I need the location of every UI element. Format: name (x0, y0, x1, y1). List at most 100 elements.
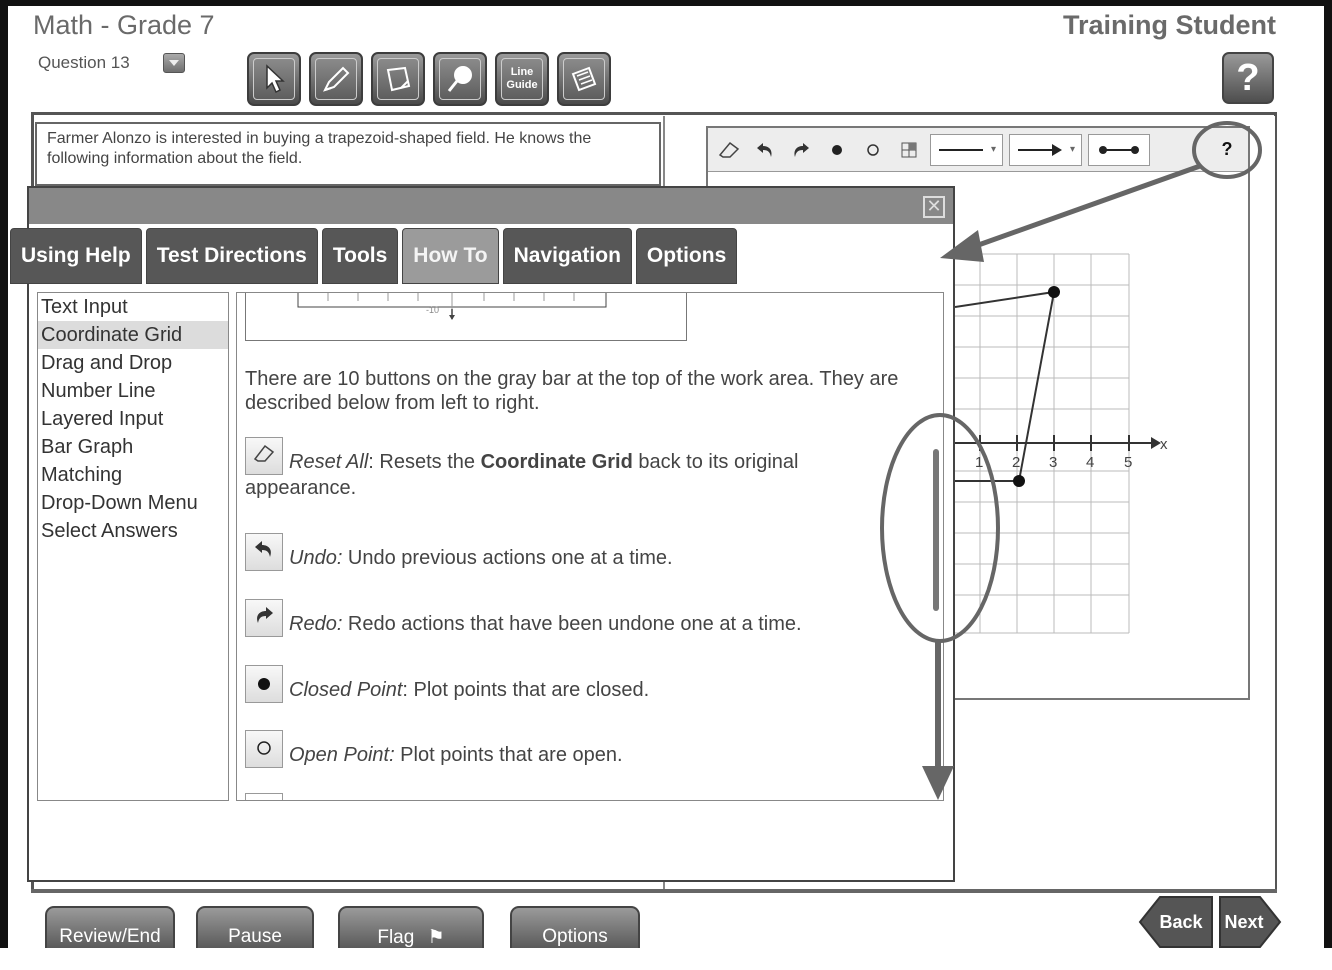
chevron-down-icon: ▾ (991, 144, 997, 155)
redo-icon (245, 599, 283, 637)
x-tick-label: 4 (1086, 454, 1094, 471)
flag-button[interactable]: Flag ⚑ (338, 906, 484, 948)
magnifier-tool-button[interactable] (433, 52, 487, 106)
flag-button-label: Flag (377, 927, 415, 948)
line-guide-icon: Line Guide (501, 58, 543, 100)
redo-icon[interactable] (786, 135, 816, 165)
topic-drop-down-menu[interactable]: Drop-Down Menu (38, 489, 228, 517)
x-tick-label: 3 (1049, 454, 1057, 471)
highlighter-tool-button[interactable] (309, 52, 363, 106)
grid-icon[interactable] (894, 135, 924, 165)
help-item-reset-all: Reset All: Resets the Coordinate Grid ba… (245, 437, 885, 501)
segment-style-dropdown[interactable] (1088, 133, 1151, 166)
tab-using-help[interactable]: Using Help (10, 228, 142, 284)
topic-number-line[interactable]: Number Line (38, 377, 228, 405)
help-content-pane: -10 There are 10 buttons on the gray bar… (236, 292, 944, 801)
help-item-title: Closed Point (289, 679, 403, 701)
help-item-undo: Undo: Undo previous actions one at a tim… (245, 533, 673, 571)
review-end-test-button[interactable]: Review/End Test (45, 906, 175, 969)
topic-bar-graph[interactable]: Bar Graph (38, 433, 228, 461)
closed-point-icon (245, 665, 283, 703)
tab-navigation[interactable]: Navigation (502, 228, 632, 284)
help-item-text: Plot points that are open. (394, 744, 623, 766)
highlighter-icon (315, 58, 357, 100)
tab-tools[interactable]: Tools (321, 228, 399, 284)
grid-help-button[interactable]: ? (1204, 132, 1250, 166)
plotted-trapezoid (955, 290, 1056, 482)
topic-drag-and-drop[interactable]: Drag and Drop (38, 349, 228, 377)
notepad-tool-button[interactable] (371, 52, 425, 106)
question-dropdown-button[interactable] (163, 53, 185, 73)
help-item-text: Undo previous actions one at a time. (342, 547, 673, 569)
line-style-dropdown[interactable]: ▾ (930, 133, 1004, 166)
help-item-text: Redo actions that have been undone one a… (342, 613, 802, 635)
pause-button[interactable]: Pause (196, 906, 314, 948)
closed-point-icon[interactable] (822, 135, 852, 165)
help-item-text: : Resets the (368, 451, 481, 473)
calculator-tool-button[interactable] (557, 52, 611, 106)
coordinate-grid-toolbar: ▾ ▾ (708, 128, 1248, 172)
tab-how-to[interactable]: How To (402, 228, 499, 284)
help-item-title: Redo: (289, 613, 343, 635)
plotted-point[interactable] (1048, 286, 1060, 298)
next-button-label: Next (1224, 911, 1264, 932)
undo-icon (245, 533, 283, 571)
content-scrollbar-thumb[interactable] (933, 449, 939, 611)
global-help-button[interactable]: ? (1222, 52, 1274, 104)
toolbar: Line Guide (247, 52, 611, 106)
help-intro-text: There are 10 buttons on the gray bar at … (245, 368, 899, 414)
eraser-icon (245, 437, 283, 475)
app-title: Math - Grade 7 (33, 10, 215, 40)
bottom-divider (31, 889, 1277, 893)
pointer-icon (253, 58, 295, 100)
back-button-label: Back (1159, 911, 1203, 932)
open-point-icon (245, 730, 283, 768)
coordinate-grid[interactable]: x 1 2 3 4 5 (955, 245, 1245, 645)
help-tabs: Using Help Test Directions Tools How To … (10, 228, 738, 284)
notepad-icon (377, 58, 419, 100)
dialog-title-bar[interactable] (29, 188, 953, 224)
help-topic-list: Text Input Coordinate Grid Drag and Drop… (37, 292, 229, 801)
tab-options[interactable]: Options (635, 228, 738, 284)
example-ruler-label: -10 (426, 305, 439, 315)
chevron-down-icon: ▾ (1070, 144, 1076, 155)
plotted-point[interactable] (1013, 475, 1025, 487)
topic-text-input[interactable]: Text Input (38, 293, 228, 321)
grid-icon (245, 793, 283, 800)
x-tick-label: 5 (1124, 454, 1132, 471)
help-item-redo: Redo: Redo actions that have been undone… (245, 599, 802, 637)
topic-coordinate-grid[interactable]: Coordinate Grid (38, 321, 228, 349)
x-tick-label: 1 (975, 454, 983, 471)
topic-layered-input[interactable]: Layered Input (38, 405, 228, 433)
student-name: Training Student (1063, 10, 1276, 40)
pointer-tool-button[interactable] (247, 52, 301, 106)
x-tick-label: 2 (1012, 454, 1020, 471)
help-item-open-point: Open Point: Plot points that are open. (245, 730, 623, 768)
magnifier-icon (439, 58, 481, 100)
arrow-style-dropdown[interactable]: ▾ (1009, 133, 1083, 166)
calculator-icon (563, 58, 605, 100)
topic-select-answers[interactable]: Select Answers (38, 517, 228, 545)
line-guide-tool-button[interactable]: Line Guide (495, 52, 549, 106)
x-axis-label: x (1160, 436, 1168, 453)
tab-test-directions[interactable]: Test Directions (145, 228, 318, 284)
back-button[interactable]: Back (1138, 895, 1214, 949)
open-point-icon[interactable] (858, 135, 888, 165)
close-icon[interactable]: ✕ (923, 196, 945, 218)
example-image: -10 (245, 293, 687, 341)
help-item-title: Reset All (289, 451, 369, 473)
line-guide-label: Line Guide (506, 66, 538, 91)
help-item-closed-point: Closed Point: Plot points that are close… (245, 665, 649, 703)
flag-icon: ⚑ (427, 927, 445, 948)
help-item-title: Undo: (289, 547, 343, 569)
help-item-text: : Plot points that are closed. (402, 679, 650, 701)
next-button[interactable]: Next (1218, 895, 1282, 949)
help-item-bold-text: Coordinate Grid (480, 451, 633, 473)
question-number: Question 13 (38, 53, 130, 72)
topic-matching[interactable]: Matching (38, 461, 228, 489)
help-item-title: Open Point: (289, 744, 395, 766)
undo-icon[interactable] (750, 135, 780, 165)
eraser-icon[interactable] (714, 135, 744, 165)
question-passage: Farmer Alonzo is interested in buying a … (35, 122, 661, 186)
options-button[interactable]: Options (510, 906, 640, 948)
